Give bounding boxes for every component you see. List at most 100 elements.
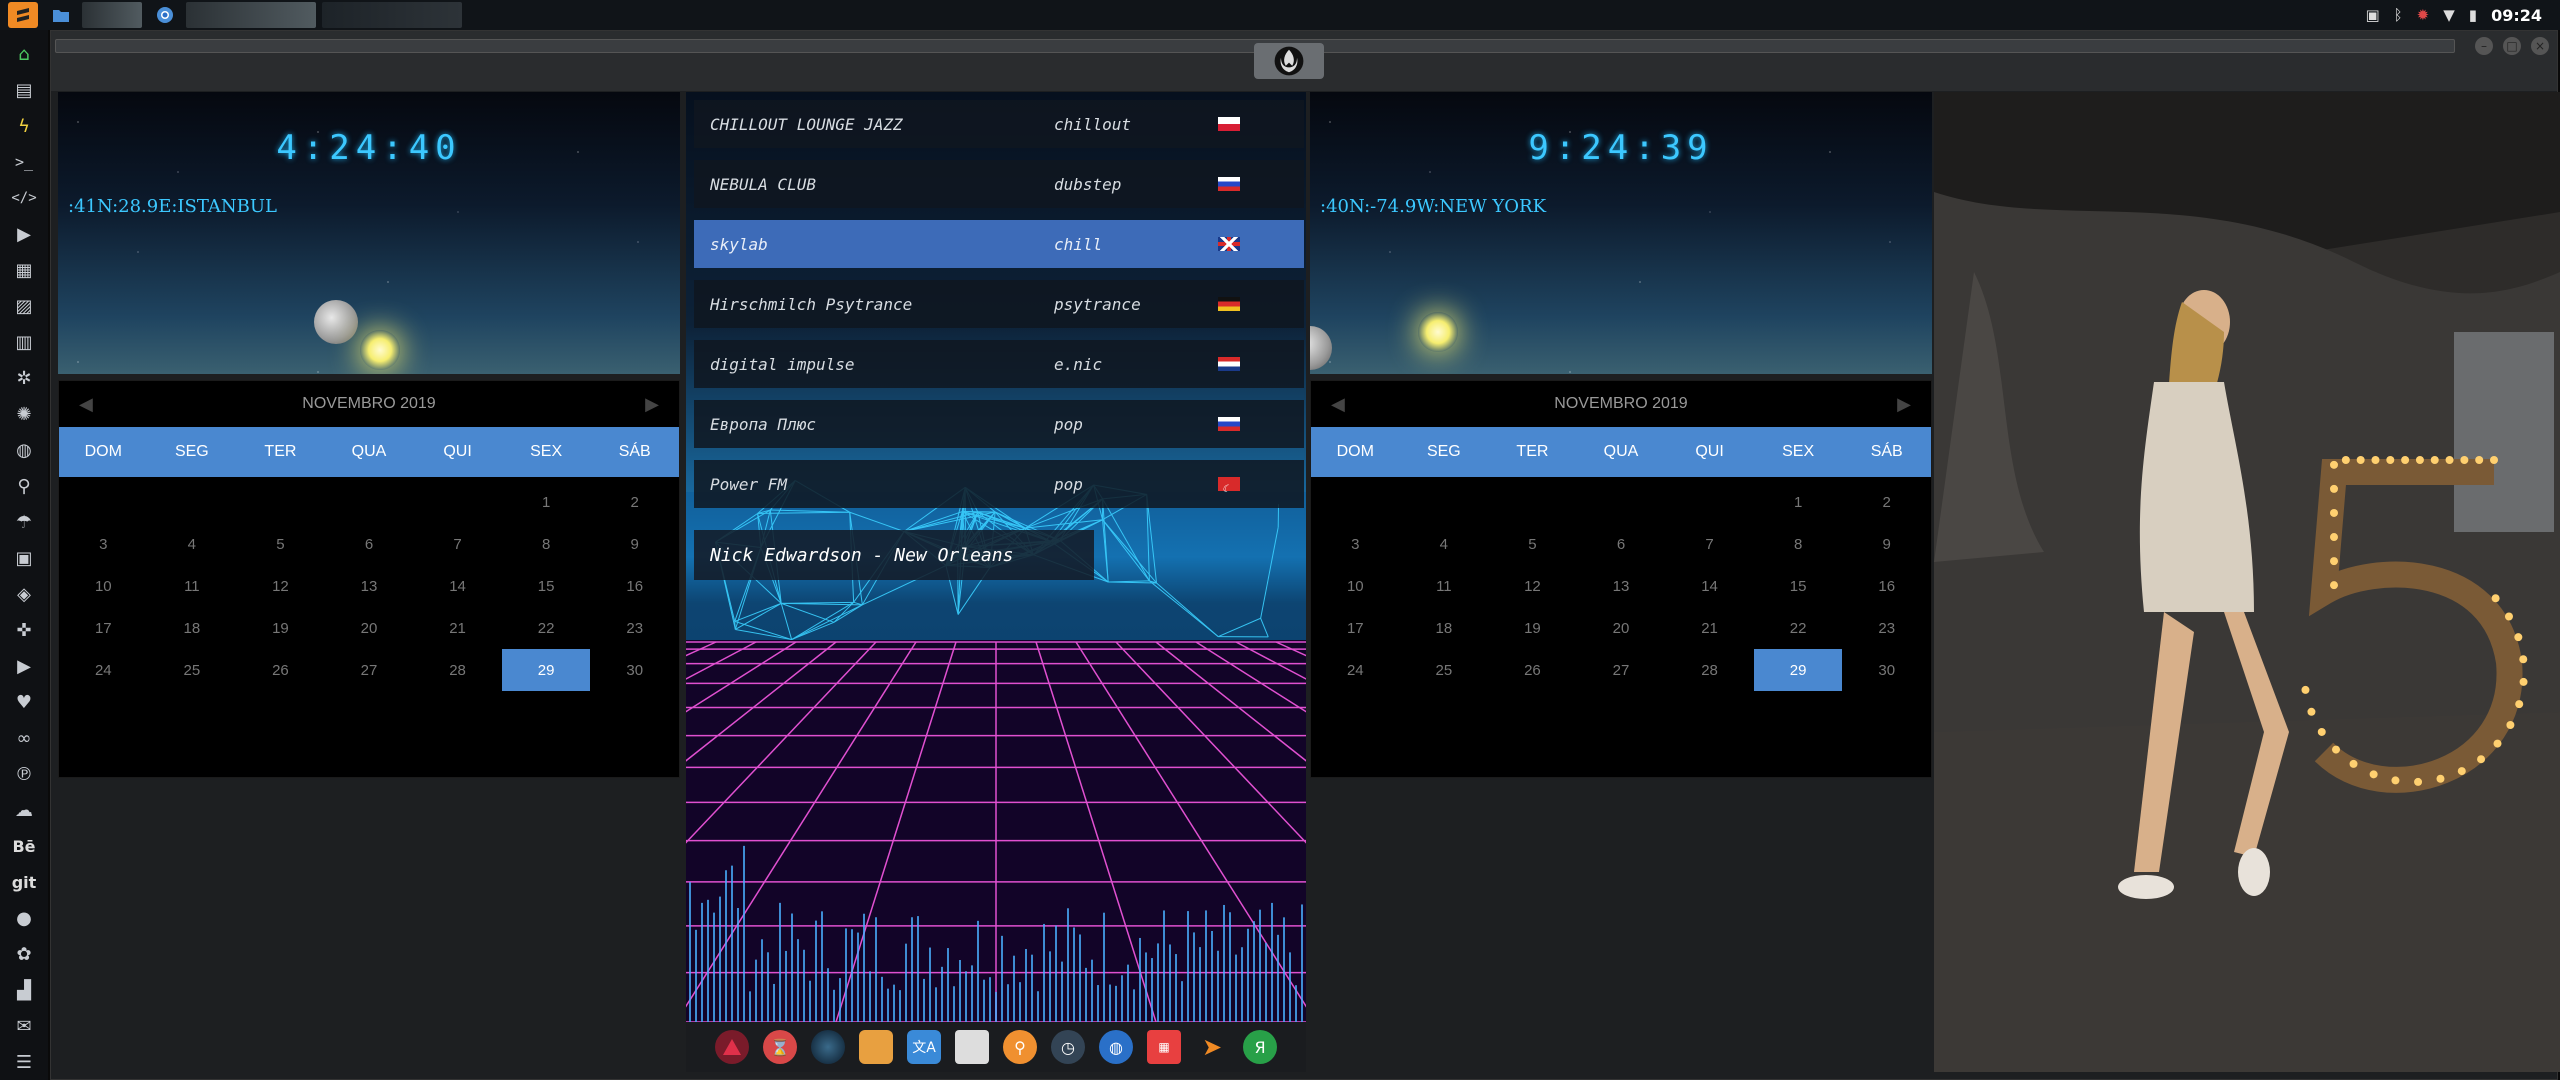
station-row[interactable]: skylab chill (694, 220, 1304, 268)
bitbucket-icon[interactable]: ✿ (4, 936, 44, 972)
calendar-day[interactable]: 30 (590, 649, 679, 691)
calendar-day[interactable]: 20 (1577, 607, 1666, 649)
image-icon[interactable]: ▣ (2365, 6, 2379, 24)
github-icon[interactable]: ● (4, 900, 44, 936)
calendar-day[interactable]: 27 (325, 649, 414, 691)
calendar-day[interactable]: 12 (236, 565, 325, 607)
search-icon[interactable]: ⚲ (4, 468, 44, 504)
calendar-day[interactable]: 12 (1488, 565, 1577, 607)
calendar-day[interactable]: 11 (148, 565, 237, 607)
calendar-day[interactable]: 3 (1311, 523, 1400, 565)
station-row[interactable]: CHILLOUT LOUNGE JAZZ chillout (694, 100, 1304, 148)
film-icon[interactable]: ▦ (4, 252, 44, 288)
calendar-day[interactable]: 16 (590, 565, 679, 607)
news-icon[interactable]: ▥ (4, 324, 44, 360)
calendar-day[interactable]: 6 (1577, 523, 1666, 565)
calendar-day[interactable]: 5 (236, 523, 325, 565)
prev-month-button[interactable]: ◀ (79, 394, 93, 415)
terminal-icon[interactable]: >_ (4, 144, 44, 180)
yandex-icon[interactable]: Я (1243, 1030, 1277, 1064)
calendar-day[interactable]: 17 (59, 607, 148, 649)
calendar-day[interactable]: 13 (1577, 565, 1666, 607)
contacts-icon[interactable]: ▣ (4, 540, 44, 576)
calendar-day[interactable]: 23 (590, 607, 679, 649)
arrow-app-icon[interactable]: ➤ (1195, 1030, 1229, 1064)
next-month-button[interactable]: ▶ (645, 394, 659, 415)
lightning-icon[interactable]: ϟ (4, 108, 44, 144)
code-icon[interactable]: </> (4, 180, 44, 216)
calendar-day[interactable]: 14 (413, 565, 502, 607)
youtube-icon[interactable]: ▶ (4, 648, 44, 684)
calendar-day[interactable]: 28 (1665, 649, 1754, 691)
behance-label[interactable]: Bē (4, 828, 44, 864)
calendar-day[interactable]: 29 (501, 649, 591, 691)
server-icon[interactable]: ☰ (4, 1044, 44, 1080)
calendar-day[interactable]: 29 (1753, 649, 1843, 691)
calendar-day[interactable]: 19 (236, 607, 325, 649)
calendar-day[interactable]: 16 (1842, 565, 1931, 607)
settings-icon[interactable]: ✲ (4, 360, 44, 396)
git-label[interactable]: git (4, 864, 44, 900)
chrome-icon[interactable] (150, 2, 180, 28)
clock-icon[interactable]: ◷ (1051, 1030, 1085, 1064)
rebel-alliance-icon[interactable] (1254, 43, 1324, 79)
calendar-day[interactable]: 18 (1400, 607, 1489, 649)
umbrella-icon[interactable]: ☂ (4, 504, 44, 540)
calendar-day[interactable]: 21 (413, 607, 502, 649)
document-icon[interactable]: ▤ (4, 72, 44, 108)
calendar-day[interactable]: 27 (1577, 649, 1666, 691)
taskbar-window-2[interactable] (186, 2, 316, 28)
window-titlebar[interactable]: – □ × (51, 31, 2557, 91)
prev-month-button[interactable]: ◀ (1331, 394, 1345, 415)
mail-icon[interactable]: ✉ (4, 1008, 44, 1044)
map-icon[interactable]: ▟ (4, 972, 44, 1008)
compass-icon[interactable]: ✺ (4, 396, 44, 432)
clock[interactable]: 09:24 (2491, 6, 2542, 25)
hourglass-icon[interactable]: ⌛ (763, 1030, 797, 1064)
calendar-day[interactable]: 17 (1311, 607, 1400, 649)
maximize-button[interactable]: □ (2503, 37, 2521, 55)
heart-icon[interactable]: ♥ (4, 684, 44, 720)
bluetooth-icon[interactable]: ᛒ (2394, 6, 2403, 24)
calendar-day[interactable]: 24 (1311, 649, 1400, 691)
calendar-day[interactable]: 7 (1665, 523, 1754, 565)
globe-app-icon[interactable]: ◍ (1099, 1030, 1133, 1064)
calendar-day[interactable]: 25 (1400, 649, 1489, 691)
calendar-day[interactable]: 9 (1842, 523, 1931, 565)
taskbar-window-3[interactable] (322, 2, 462, 28)
planet-icon[interactable] (811, 1030, 845, 1064)
calendar-day[interactable]: 2 (1842, 481, 1931, 523)
calendar-day[interactable]: 15 (1754, 565, 1843, 607)
link-icon[interactable]: ∞ (4, 720, 44, 756)
cloud-icon[interactable]: ☁ (4, 792, 44, 828)
calendar-day[interactable]: 3 (59, 523, 148, 565)
app-icon-red-triangle[interactable] (715, 1030, 749, 1064)
calendar-day[interactable]: 8 (1754, 523, 1843, 565)
play-icon[interactable]: ▶ (4, 216, 44, 252)
battery-icon[interactable]: ▮ (2469, 6, 2477, 24)
calendar-day[interactable]: 22 (1754, 607, 1843, 649)
calendar-day[interactable]: 6 (325, 523, 414, 565)
globe-icon[interactable]: ◍ (4, 432, 44, 468)
calendar-day[interactable]: 13 (325, 565, 414, 607)
expand-icon[interactable]: ✜ (4, 612, 44, 648)
pinterest-icon[interactable]: ℗ (4, 756, 44, 792)
search-app-icon[interactable]: ⚲ (1003, 1030, 1037, 1064)
sublime-text-icon[interactable] (8, 2, 38, 28)
calendar-day[interactable]: 10 (1311, 565, 1400, 607)
close-button[interactable]: × (2531, 37, 2549, 55)
wifi-icon[interactable]: ▼ (2443, 6, 2455, 24)
calendar-day[interactable]: 5 (1488, 523, 1577, 565)
calendar-day[interactable]: 8 (502, 523, 591, 565)
calendar-day[interactable]: 22 (502, 607, 591, 649)
calendar-day[interactable]: 25 (148, 649, 237, 691)
calendar-day[interactable]: 7 (413, 523, 502, 565)
calendar-day[interactable]: 26 (1488, 649, 1577, 691)
image-viewer-icon[interactable] (859, 1030, 893, 1064)
bug-icon[interactable]: ✹ (2417, 6, 2430, 24)
calendar-day[interactable]: 15 (502, 565, 591, 607)
calendar-day[interactable]: 21 (1665, 607, 1754, 649)
calendar-day[interactable]: 18 (148, 607, 237, 649)
next-month-button[interactable]: ▶ (1897, 394, 1911, 415)
window-icon[interactable] (955, 1030, 989, 1064)
